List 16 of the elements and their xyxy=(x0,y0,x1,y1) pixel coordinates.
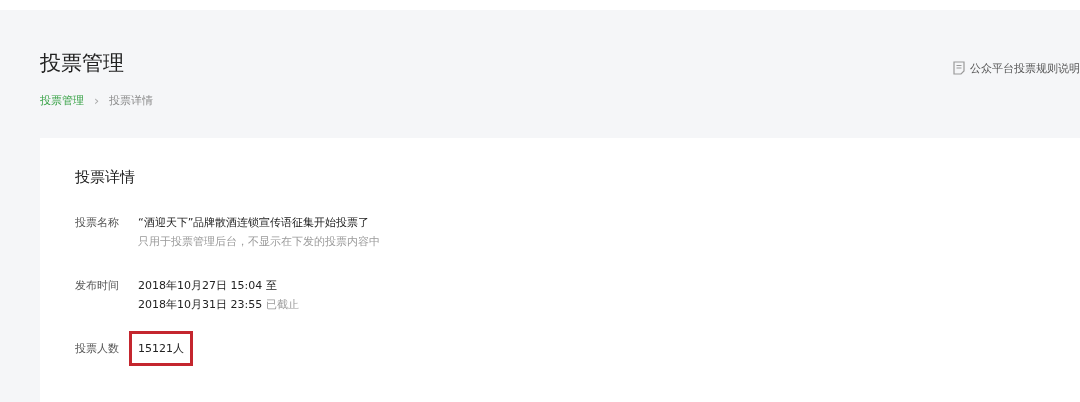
field-value: 15121人 xyxy=(138,342,184,355)
field-label: 投票人数 xyxy=(75,341,120,357)
breadcrumb-separator: › xyxy=(94,93,100,108)
field-hint: 只用于投票管理后台，不显示在下发的投票内容中 xyxy=(138,234,380,250)
status-text: 已截止 xyxy=(266,298,300,311)
document-icon xyxy=(953,61,965,75)
section-title: 投票详情 xyxy=(75,168,136,187)
field-value: “酒迎天下”品牌散酒连锁宣传语征集开始投票了 xyxy=(138,216,370,229)
field-label: 发布时间 xyxy=(75,278,120,294)
page-title: 投票管理 xyxy=(40,50,125,76)
rules-link[interactable]: 公众平台投票规则说明 xyxy=(970,60,1080,76)
field-value: 2018年10月31日 23:55 xyxy=(138,298,263,311)
field-label: 投票名称 xyxy=(75,215,120,231)
field-value: 2018年10月27日 15:04 至 xyxy=(138,279,277,292)
breadcrumb-link[interactable]: 投票详情 xyxy=(109,93,154,108)
breadcrumb-link[interactable]: 投票管理 xyxy=(40,93,84,108)
